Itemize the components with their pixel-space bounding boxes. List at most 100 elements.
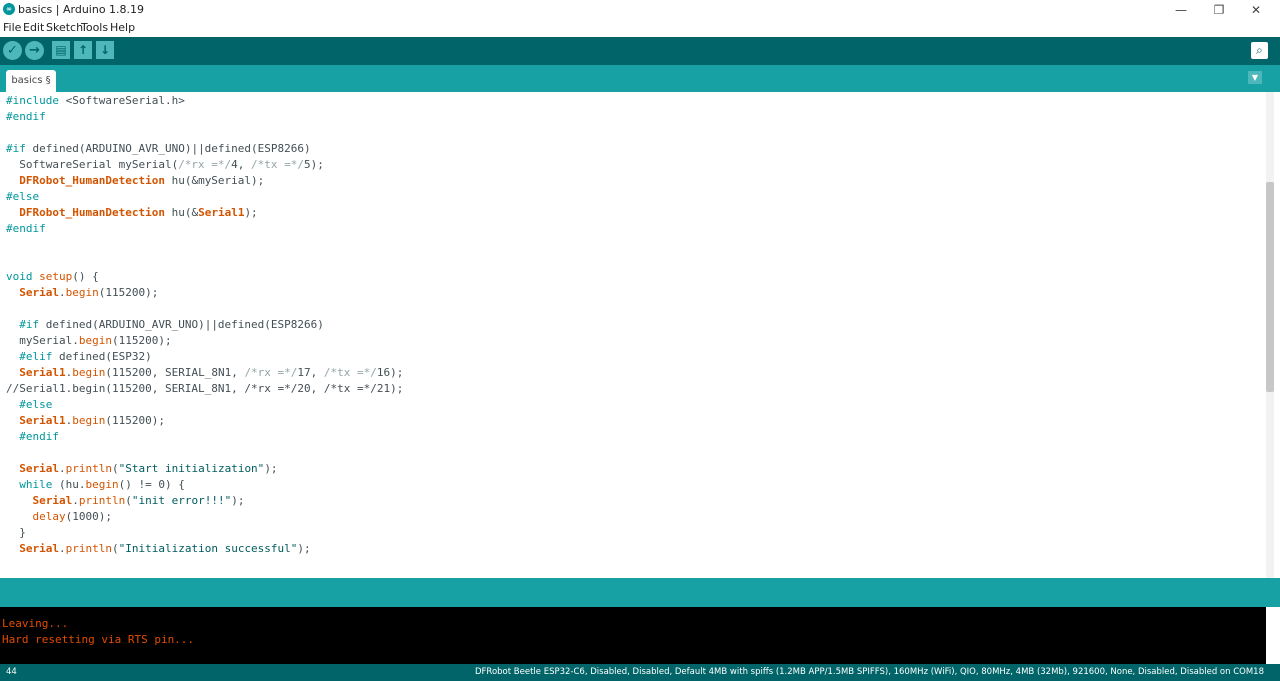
code-token: begin bbox=[65, 286, 99, 299]
code-token: ); bbox=[264, 462, 278, 475]
code-token: defined(ARDUINO_AVR_UNO)||defined(ESP826… bbox=[32, 142, 311, 155]
code-line: #endif bbox=[6, 429, 59, 445]
arduino-logo-icon: ∞ bbox=[3, 3, 15, 15]
code-line: SoftwareSerial mySerial(/*rx =*/4, /*tx … bbox=[6, 157, 324, 173]
code-line: #include <SoftwareSerial.h> bbox=[6, 93, 185, 109]
toolbar: ✓ → ▤ ↑ ↓ ⌕ bbox=[0, 37, 1280, 65]
code-line: #else bbox=[6, 397, 52, 413]
code-line: } bbox=[6, 525, 26, 541]
code-token: () != 0) { bbox=[118, 478, 185, 491]
code-line: #if defined(ARDUINO_AVR_UNO)||defined(ES… bbox=[6, 317, 324, 333]
code-token: <SoftwareSerial.h> bbox=[65, 94, 185, 107]
verify-button[interactable]: ✓ bbox=[3, 41, 22, 60]
code-token: . bbox=[59, 286, 66, 299]
tab-menu-chevron-down-icon[interactable]: ▼ bbox=[1248, 71, 1262, 84]
code-token: hu(&mySerial); bbox=[164, 174, 265, 187]
code-token: defined(ARDUINO_AVR_UNO)||defined(ESP826… bbox=[45, 318, 324, 331]
code-line: delay(1000); bbox=[6, 509, 112, 525]
code-token: Serial1 bbox=[198, 206, 245, 219]
minimize-button[interactable]: — bbox=[1163, 0, 1199, 20]
serial-monitor-button[interactable]: ⌕ bbox=[1251, 42, 1268, 59]
code-token: /*tx =*/ bbox=[323, 366, 377, 379]
code-token: SoftwareSerial mySerial( bbox=[6, 158, 179, 171]
code-token: () { bbox=[72, 270, 99, 283]
board-config: DFRobot Beetle ESP32-C6, Disabled, Disab… bbox=[475, 667, 1264, 677]
menu-edit[interactable]: Edit bbox=[23, 21, 44, 34]
menu-sketch[interactable]: Sketch bbox=[46, 21, 83, 34]
menu-help[interactable]: Help bbox=[110, 21, 135, 34]
code-token: "init error!!!" bbox=[131, 494, 232, 507]
code-token: begin bbox=[85, 478, 119, 491]
code-line: #elif defined(ESP32) bbox=[6, 349, 152, 365]
code-token: Serial1 bbox=[19, 366, 66, 379]
code-token: Serial bbox=[19, 286, 59, 299]
code-token: delay bbox=[32, 510, 66, 523]
code-line: Serial.begin(115200); bbox=[6, 285, 158, 301]
code-token: #endif bbox=[6, 110, 46, 123]
code-token: (hu. bbox=[52, 478, 86, 491]
close-button[interactable]: ✕ bbox=[1238, 0, 1274, 20]
code-token: . bbox=[59, 542, 66, 555]
window-title: basics | Arduino 1.8.19 bbox=[18, 3, 145, 16]
tab-basics[interactable]: basics § bbox=[6, 70, 56, 92]
code-token: #else bbox=[6, 190, 40, 203]
code-token: #endif bbox=[6, 430, 59, 443]
open-sketch-button[interactable]: ↑ bbox=[74, 41, 92, 59]
code-token: . bbox=[72, 494, 79, 507]
console-output: Leaving... Hard resetting via RTS pin... bbox=[0, 607, 1280, 664]
code-line: #if defined(ARDUINO_AVR_UNO)||defined(ES… bbox=[6, 141, 311, 157]
code-token: #elif bbox=[6, 350, 59, 363]
menu-bar: File Edit Sketch Tools Help bbox=[0, 20, 1280, 37]
code-line: #else bbox=[6, 189, 39, 205]
code-token: /*rx =*/ bbox=[178, 158, 232, 171]
console-scrollbar[interactable] bbox=[1266, 607, 1280, 664]
code-token: println bbox=[78, 494, 126, 507]
code-line: Serial.println("init error!!!"); bbox=[6, 493, 245, 509]
title-bar: ∞ basics | Arduino 1.8.19 — ❐ ✕ bbox=[0, 0, 1280, 20]
code-line: DFRobot_HumanDetection hu(&mySerial); bbox=[6, 173, 264, 189]
code-token: //Serial1.begin(115200, SERIAL_8N1, /*rx… bbox=[6, 382, 404, 395]
code-token: } bbox=[6, 526, 26, 539]
code-token: begin bbox=[78, 334, 112, 347]
code-token: Serial1 bbox=[19, 414, 66, 427]
code-line: mySerial.begin(115200); bbox=[6, 333, 172, 349]
code-token: void bbox=[6, 270, 40, 283]
code-token: (115200); bbox=[105, 414, 165, 427]
code-token: Serial bbox=[19, 462, 59, 475]
code-token: println bbox=[65, 462, 112, 475]
code-editor[interactable]: #include <SoftwareSerial.h> #endif #if def… bbox=[0, 92, 1280, 578]
menu-tools[interactable]: Tools bbox=[81, 21, 108, 34]
tab-strip: basics § ▼ bbox=[0, 65, 1280, 92]
code-line: void setup() { bbox=[6, 269, 99, 285]
code-token: (1000); bbox=[65, 510, 112, 523]
code-token: 16); bbox=[376, 366, 404, 379]
editor-scrollbar-thumb[interactable] bbox=[1266, 182, 1274, 392]
code-token: 4, bbox=[231, 158, 252, 171]
menu-file[interactable]: File bbox=[3, 21, 21, 34]
code-token: ); bbox=[244, 206, 258, 219]
code-token: (115200, SERIAL_8N1, bbox=[105, 366, 245, 379]
code-token: 17, bbox=[297, 366, 324, 379]
upload-button[interactable]: → bbox=[25, 41, 44, 60]
new-sketch-button[interactable]: ▤ bbox=[52, 41, 70, 59]
code-token: "Start initialization" bbox=[118, 462, 265, 475]
code-token: defined(ESP32) bbox=[58, 350, 152, 363]
code-token: ); bbox=[297, 542, 311, 555]
maximize-button[interactable]: ❐ bbox=[1201, 0, 1237, 20]
console-line: Hard resetting via RTS pin... bbox=[2, 633, 195, 646]
code-token: (115200); bbox=[111, 334, 172, 347]
code-token: #endif bbox=[6, 222, 46, 235]
code-token: begin bbox=[72, 366, 106, 379]
code-token: ); bbox=[231, 494, 245, 507]
code-token: while bbox=[19, 478, 53, 491]
code-line: Serial1.begin(115200); bbox=[6, 413, 165, 429]
save-sketch-button[interactable]: ↓ bbox=[96, 41, 114, 59]
code-token: "Initialization successful" bbox=[118, 542, 298, 555]
message-bar bbox=[0, 578, 1280, 607]
code-line: Serial1.begin(115200, SERIAL_8N1, /*rx =… bbox=[6, 365, 403, 381]
